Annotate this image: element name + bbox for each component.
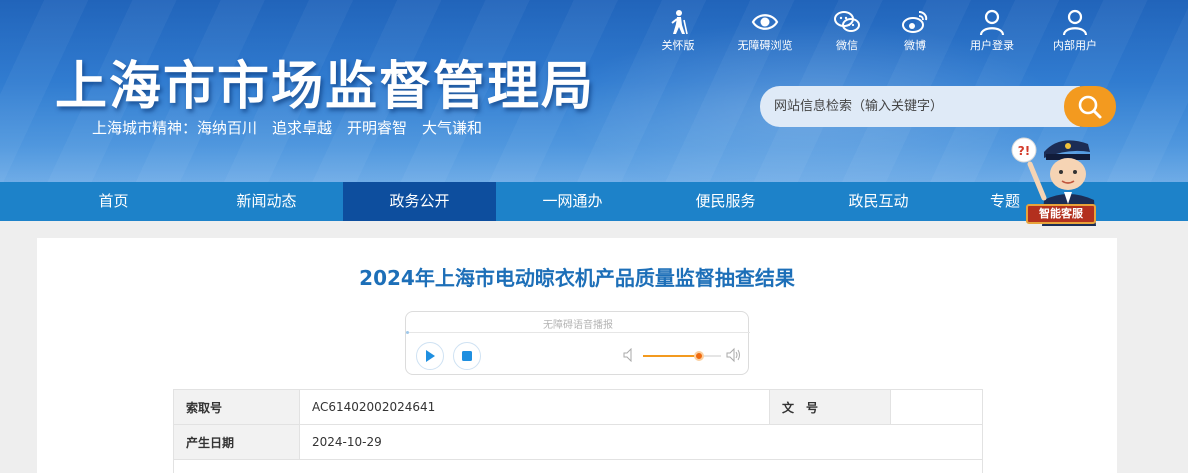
search-icon [1078, 95, 1102, 118]
article-title: 2024年上海市电动晾衣机产品质量监督抽查结果 [359, 266, 795, 290]
nav-public-services[interactable]: 便民服务 [649, 182, 802, 221]
wechat-icon [834, 11, 860, 32]
assistant-bubble-text: ?! [1018, 144, 1030, 158]
top-toolbar: 关怀版 无障碍浏览 微信 微博 用户登录 内部用户 [0, 8, 1188, 54]
site-motto: 上海城市精神：海纳百川 追求卓越 开明睿智 大气谦和 [92, 119, 483, 137]
toolbar-care-mode[interactable]: 关怀版 [635, 8, 721, 53]
info-empty-row [173, 459, 983, 473]
stop-icon [462, 351, 472, 361]
search-input[interactable] [760, 86, 1080, 127]
info-value [890, 389, 983, 425]
info-key: 文 号 [769, 389, 891, 425]
elderly-care-icon [671, 10, 688, 35]
toolbar-label: 用户登录 [970, 39, 1014, 52]
info-key: 索取号 [173, 389, 300, 425]
table-row: 产生日期 2024-10-29 [173, 424, 983, 460]
nav-news[interactable]: 新闻动态 [190, 182, 343, 221]
volume-fill [643, 355, 700, 357]
table-row [173, 459, 983, 473]
user-icon [1062, 9, 1088, 36]
nav-online-services[interactable]: 一网通办 [496, 182, 649, 221]
info-value: AC61402002024641 [299, 389, 770, 425]
toolbar-label: 微博 [904, 39, 926, 52]
toolbar-accessibility[interactable]: 无障碍浏览 [722, 8, 808, 53]
nav-interaction[interactable]: 政民互动 [802, 182, 955, 221]
search-button[interactable] [1064, 86, 1116, 127]
play-icon [426, 350, 435, 362]
nav-home[interactable]: 首页 [37, 182, 190, 221]
info-key: 产生日期 [173, 424, 300, 460]
volume-knob[interactable] [694, 351, 705, 361]
toolbar-label: 无障碍浏览 [737, 39, 793, 52]
table-row: 索取号 AC61402002024641 文 号 [173, 389, 983, 425]
info-value: 2024-10-29 [299, 424, 983, 460]
weibo-icon [902, 11, 928, 33]
site-title[interactable]: 上海市市场监督管理局 [55, 44, 595, 119]
assistant-badge[interactable]: 智能客服 [1026, 204, 1096, 224]
player-label: 无障碍语音播报 [543, 320, 613, 331]
toolbar-internal-user[interactable]: 内部用户 [1032, 8, 1118, 53]
play-button[interactable] [416, 342, 444, 370]
volume-low-icon [623, 348, 632, 362]
volume-high-icon [726, 347, 740, 363]
eye-icon [751, 14, 779, 30]
toolbar-weibo[interactable]: 微博 [872, 8, 958, 53]
stop-button[interactable] [453, 342, 481, 370]
audio-player: 无障碍语音播报 [405, 311, 750, 375]
player-progress[interactable] [406, 331, 750, 334]
toolbar-label: 内部用户 [1053, 39, 1097, 52]
document-info-table: 索取号 AC61402002024641 文 号 产生日期 2024-10-29 [173, 389, 983, 473]
toolbar-user-login[interactable]: 用户登录 [949, 8, 1035, 53]
user-icon [979, 9, 1005, 36]
nav-government-affairs[interactable]: 政务公开 [343, 182, 496, 221]
toolbar-label: 微信 [836, 39, 858, 52]
volume-slider[interactable] [643, 351, 721, 361]
article-content: 2024年上海市电动晾衣机产品质量监督抽查结果 无障碍语音播报 索取号 AC61… [37, 238, 1117, 473]
toolbar-label: 关怀版 [661, 39, 695, 52]
site-search [760, 86, 1116, 127]
